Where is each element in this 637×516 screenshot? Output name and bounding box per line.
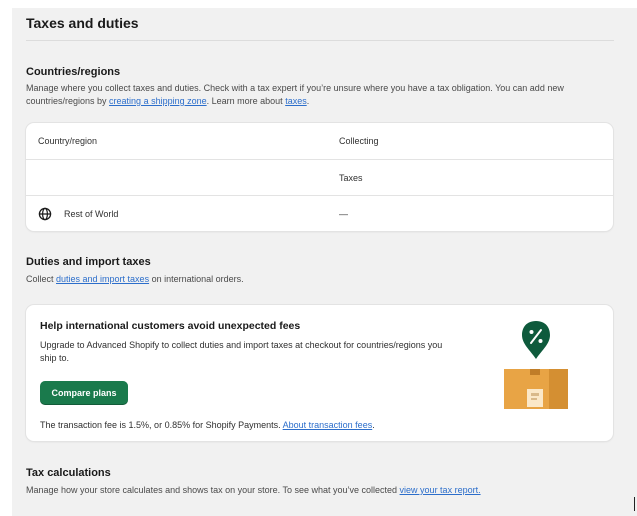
collecting-column-header: Collecting (339, 136, 379, 146)
view-tax-report-link[interactable]: view your tax report. (400, 485, 481, 495)
table-row[interactable]: Taxes (26, 159, 613, 195)
countries-desc-text-2: . Learn more about (206, 96, 286, 106)
country-name: Rest of World (64, 209, 119, 219)
duties-description: Collect duties and import taxes on inter… (26, 273, 606, 286)
country-region-column-header: Country/region (38, 136, 98, 146)
duties-heading: Duties and import taxes (26, 256, 151, 268)
page-title: Taxes and duties (26, 15, 139, 31)
tax-calculations-description: Manage how your store calculates and sho… (26, 484, 606, 497)
about-transaction-fees-link[interactable]: About transaction fees (283, 420, 373, 430)
promo-description: Upgrade to Advanced Shopify to collect d… (40, 340, 443, 363)
text-cursor (634, 497, 635, 511)
collecting-cell: Taxes (339, 173, 363, 183)
table-header-row: Country/region Collecting (26, 123, 613, 159)
fee-text-end: . (372, 420, 375, 430)
creating-shipping-zone-link[interactable]: creating a shipping zone (109, 96, 207, 106)
promo-title: Help international customers avoid unexp… (40, 320, 301, 332)
tax-calculations-heading: Tax calculations (26, 467, 111, 479)
transaction-fee-text: The transaction fee is 1.5%, or 0.85% fo… (40, 420, 375, 430)
taxes-link[interactable]: taxes (285, 96, 307, 106)
table-row[interactable]: Rest of World — (26, 195, 613, 231)
percent-pin-package-icon (496, 317, 576, 413)
country-cell: Rest of World (38, 196, 118, 231)
duties-and-import-taxes-link[interactable]: duties and import taxes (56, 274, 149, 284)
countries-table-card: Country/region Collecting Taxes Rest of … (26, 123, 613, 231)
tax-calc-desc-text: Manage how your store calculates and sho… (26, 485, 400, 495)
duties-desc-text-1: Collect (26, 274, 57, 284)
compare-plans-button[interactable]: Compare plans (40, 381, 128, 405)
title-divider (26, 40, 614, 41)
countries-regions-heading: Countries/regions (26, 66, 121, 78)
collecting-cell: — (339, 209, 348, 219)
countries-regions-description: Manage where you collect taxes and dutie… (26, 82, 606, 108)
duties-promo-card: Help international customers avoid unexp… (26, 305, 613, 441)
duties-desc-text-2: on international orders. (149, 274, 244, 284)
countries-desc-text-3: . (306, 96, 310, 106)
fee-text: The transaction fee is 1.5%, or 0.85% fo… (40, 420, 283, 430)
globe-icon (38, 207, 52, 221)
